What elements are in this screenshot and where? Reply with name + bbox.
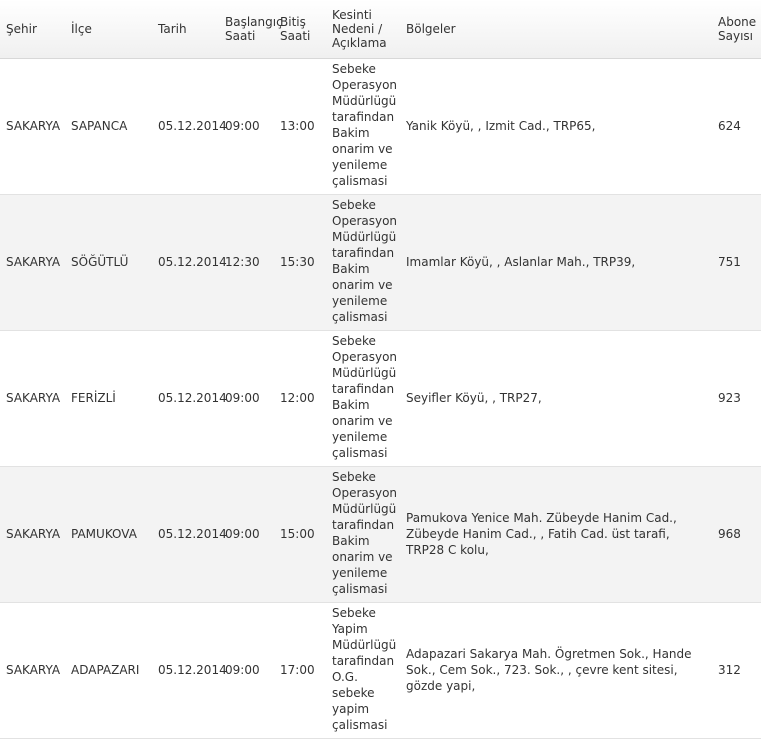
cell-city: SAKARYA [0,602,65,739]
cell-regions: Yanik Köyü, , Izmit Cad., TRP65, [400,58,712,195]
cell-reason: Sebeke Operasyon Müdürlügü tarafindan Ba… [328,466,400,603]
cell-reason: Sebeke Operasyon Müdürlügü tarafindan Ba… [328,330,400,467]
cell-start-time: 09:00 [219,58,274,195]
header-end-time[interactable]: Bitiş Saati [274,0,328,59]
cell-end-time: 15:30 [274,194,328,331]
cell-city: SAKARYA [0,58,65,195]
header-reason[interactable]: Kesinti Nedeni / Açıklama [328,0,400,59]
cell-end-time: 17:00 [274,602,328,739]
header-start-time[interactable]: Başlangıç Saati [219,0,283,59]
cell-city: SAKARYA [0,194,65,331]
cell-district: SAPANCA [65,58,152,195]
table-header: Şehir İlçe Tarih Başlangıç Saati Bitiş S… [0,0,761,59]
header-subscribers[interactable]: Abone Sayısı [712,0,761,59]
table-row: SAKARYA SAPANCA 05.12.2014 09:00 13:00 S… [0,58,761,195]
cell-start-time: 09:00 [219,330,274,467]
cell-district: FERİZLİ [65,330,152,467]
cell-start-time: 09:00 [219,466,274,603]
cell-date: 05.12.2014 [152,194,227,331]
cell-regions: Pamukova Yenice Mah. Zübeyde Hanim Cad.,… [400,466,712,603]
header-district[interactable]: İlçe [65,0,152,59]
outage-table: Şehir İlçe Tarih Başlangıç Saati Bitiş S… [0,0,761,739]
cell-end-time: 13:00 [274,58,328,195]
header-date[interactable]: Tarih [152,0,219,59]
cell-subscribers: 312 [712,602,761,739]
cell-end-time: 15:00 [274,466,328,603]
cell-reason: Sebeke Yapim Müdürlügü tarafindan O.G. s… [328,602,400,739]
header-city[interactable]: Şehir [0,0,65,59]
table-body: SAKARYA SAPANCA 05.12.2014 09:00 13:00 S… [0,58,761,739]
cell-start-time: 12:30 [219,194,274,331]
cell-district: PAMUKOVA [65,466,152,603]
cell-date: 05.12.2014 [152,58,227,195]
table-row: SAKARYA SÖĞÜTLÜ 05.12.2014 12:30 15:30 S… [0,194,761,331]
cell-district: ADAPAZARI [65,602,152,739]
cell-regions: Imamlar Köyü, , Aslanlar Mah., TRP39, [400,194,712,331]
cell-city: SAKARYA [0,466,65,603]
cell-subscribers: 968 [712,466,761,603]
cell-regions: Seyifler Köyü, , TRP27, [400,330,712,467]
cell-end-time: 12:00 [274,330,328,467]
cell-date: 05.12.2014 [152,602,227,739]
cell-subscribers: 624 [712,58,761,195]
table-row: SAKARYA ADAPAZARI 05.12.2014 09:00 17:00… [0,602,761,739]
cell-reason: Sebeke Operasyon Müdürlügü tarafindan Ba… [328,194,400,331]
cell-regions: Adapazari Sakarya Mah. Ögretmen Sok., Ha… [400,602,712,739]
table-row: SAKARYA FERİZLİ 05.12.2014 09:00 12:00 S… [0,330,761,467]
cell-reason: Sebeke Operasyon Müdürlügü tarafindan Ba… [328,58,400,195]
cell-district: SÖĞÜTLÜ [65,194,152,331]
cell-subscribers: 923 [712,330,761,467]
cell-city: SAKARYA [0,330,65,467]
cell-date: 05.12.2014 [152,330,227,467]
cell-start-time: 09:00 [219,602,274,739]
cell-subscribers: 751 [712,194,761,331]
header-row: Şehir İlçe Tarih Başlangıç Saati Bitiş S… [0,0,761,59]
cell-date: 05.12.2014 [152,466,227,603]
header-regions[interactable]: Bölgeler [400,0,712,59]
table-row: SAKARYA PAMUKOVA 05.12.2014 09:00 15:00 … [0,466,761,603]
